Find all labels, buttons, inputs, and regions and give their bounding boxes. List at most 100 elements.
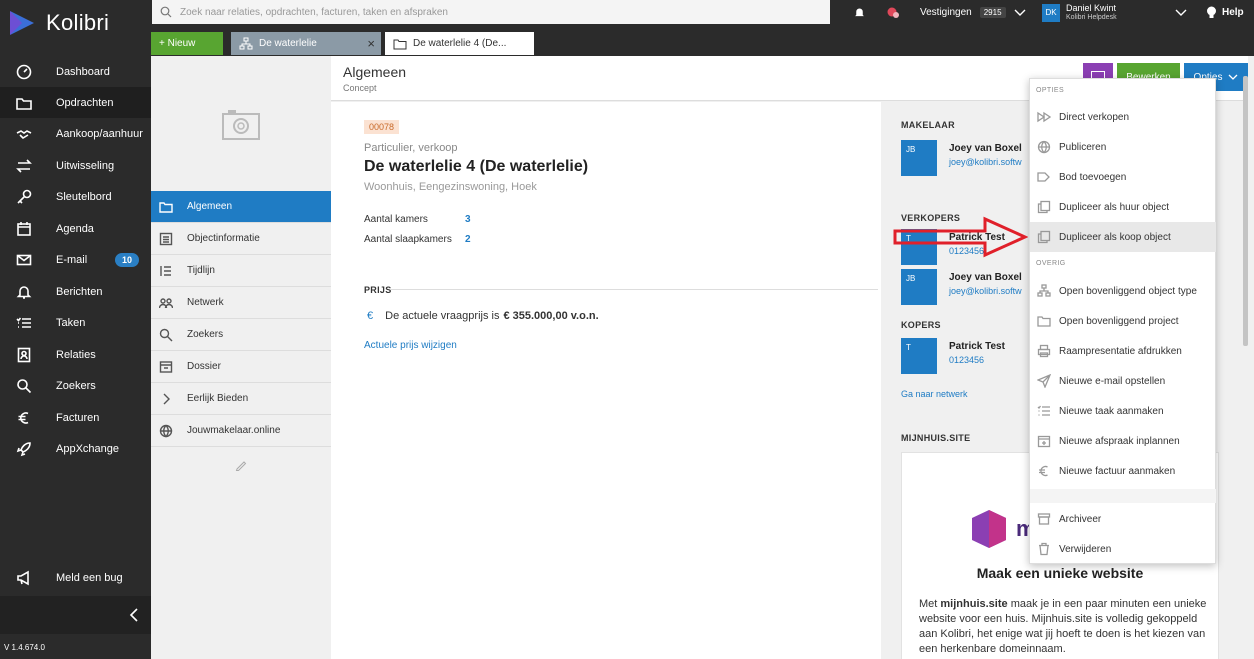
price-row: € De actuele vraagprijs is € 355.000,00 … (367, 310, 599, 322)
project-icon (239, 37, 253, 49)
object-title: De waterlelie 4 (De waterlelie) (364, 158, 589, 175)
avatar: DK (1042, 3, 1060, 22)
branch-status-icon[interactable] (886, 0, 902, 25)
tab-bar: + Nieuw De waterlelie × De waterlelie 4 … (151, 25, 1254, 56)
sidebar-item-relaties[interactable]: Relaties (0, 339, 151, 370)
menu-item-raampresentatie[interactable]: Raampresentatie afdrukken (1030, 336, 1216, 366)
sidebar-item-agenda[interactable]: Agenda (0, 213, 151, 244)
menu-item-label: Nieuwe factuur aanmaken (1059, 465, 1176, 477)
menu-item-bod-toevoegen[interactable]: Bod toevoegen (1030, 162, 1216, 192)
sidebar-item-label: Zoekers (56, 379, 96, 392)
menu-item-publiceren[interactable]: Publiceren (1030, 132, 1216, 162)
menu-item-dupliceer-huur[interactable]: Dupliceer als huur object (1030, 192, 1216, 222)
kolibri-logo-icon (10, 10, 34, 35)
vestigingen-selector[interactable]: Vestigingen 2915 (920, 0, 1026, 25)
person-name: Joey van Boxel (949, 272, 1022, 283)
tab-label: De waterlelie 4 (De... (413, 38, 507, 49)
menu-item-label: Publiceren (1059, 141, 1107, 153)
makelaar-heading: MAKELAAR (901, 120, 955, 130)
report-bug-button[interactable]: Meld een bug (0, 562, 151, 593)
sidebar-item-facturen[interactable]: Facturen (0, 402, 151, 433)
sidebar-item-label: Taken (56, 316, 86, 329)
sidebar-item-dashboard[interactable]: Dashboard (0, 56, 151, 87)
menu-item-nieuwe-factuur[interactable]: Nieuwe factuur aanmaken (1030, 456, 1216, 486)
subnav-tijdlijn[interactable]: Tijdlijn (151, 255, 331, 287)
menu-item-dupliceer-koop[interactable]: Dupliceer als koop object (1030, 222, 1216, 252)
key-icon (17, 189, 32, 204)
object-photo-placeholder[interactable] (151, 56, 331, 191)
edit-subnav-button[interactable] (151, 447, 331, 471)
person-phone[interactable]: 0123456 (949, 355, 1005, 365)
subnav-dossier[interactable]: Dossier (151, 351, 331, 383)
sidebar-item-aankoop[interactable]: Aankoop/aanhuur (0, 118, 151, 149)
send-icon (1037, 374, 1051, 388)
network-link[interactable]: Ga naar netwerk (901, 389, 968, 399)
folder-open-icon (1037, 316, 1051, 327)
sidebar-item-zoekers[interactable]: Zoekers (0, 370, 151, 401)
sidebar-item-email[interactable]: E-mail 10 (0, 244, 151, 275)
menu-item-archiveer[interactable]: Archiveer (1030, 504, 1216, 534)
koper-card[interactable]: T Patrick Test 0123456 (901, 338, 1005, 374)
menu-item-direct-verkopen[interactable]: Direct verkopen (1030, 102, 1216, 132)
new-button[interactable]: + Nieuw (151, 32, 223, 55)
subnav-netwerk[interactable]: Netwerk (151, 287, 331, 319)
folder-icon (16, 97, 32, 110)
globe-icon (159, 424, 173, 437)
subnav-jouwmakelaar[interactable]: Jouwmakelaar.online (151, 415, 331, 447)
global-search-input[interactable]: Zoek naar relaties, opdrachten, facturen… (152, 0, 830, 24)
notifications-button[interactable] (853, 0, 866, 25)
mijnhuis-heading: MIJNHUIS.SITE (901, 433, 971, 443)
tab-label: De waterlelie (259, 38, 317, 49)
camera-icon (222, 109, 260, 140)
search-icon (160, 6, 172, 18)
subnav-algemeen[interactable]: Algemeen (151, 191, 337, 223)
folder-icon (159, 201, 173, 213)
handshake-icon (16, 129, 32, 139)
close-icon[interactable]: × (367, 36, 375, 51)
menu-item-label: Archiveer (1059, 513, 1102, 525)
copy-icon (1037, 200, 1051, 214)
tab-de-waterlelie-4[interactable]: De waterlelie 4 (De... (385, 32, 534, 55)
timeline-icon (160, 265, 171, 276)
person-email[interactable]: joey@kolibri.softw (949, 286, 1022, 296)
mijnhuis-title: Maak een unieke website (976, 565, 1144, 581)
change-price-link[interactable]: Actuele prijs wijzigen (364, 340, 457, 351)
object-subnav: Algemeen Objectinformatie Tijdlijn Netwe… (151, 56, 337, 659)
makelaar-card[interactable]: JB Joey van Boxel joey@kolibri.softw (901, 140, 1022, 176)
section-heading: OPTIES (1036, 87, 1065, 94)
user-menu[interactable]: DK Daniel Kwint Kolibri Helpdesk (1042, 0, 1117, 25)
chevron-down-icon (1228, 74, 1238, 80)
menu-item-nieuwe-afspraak[interactable]: Nieuwe afspraak inplannen (1030, 426, 1216, 456)
subnav-eerlijk-bieden[interactable]: Eerlijk Bieden (151, 383, 331, 415)
sidebar-item-berichten[interactable]: Berichten (0, 276, 151, 307)
sidebar-item-taken[interactable]: Taken (0, 307, 151, 338)
collapse-sidebar-button[interactable] (0, 596, 151, 634)
scrollbar[interactable] (1243, 76, 1248, 346)
globe-icon (1037, 140, 1051, 154)
app-name: Kolibri (46, 9, 110, 35)
person-email[interactable]: joey@kolibri.softw (949, 157, 1022, 167)
sidebar-item-opdrachten[interactable]: Opdrachten (0, 87, 151, 118)
sidebar-item-appxchange[interactable]: AppXchange (0, 433, 151, 464)
menu-item-nieuwe-taak[interactable]: Nieuwe taak aanmaken (1030, 396, 1216, 426)
archive-icon (159, 360, 173, 373)
menu-item-nieuwe-email[interactable]: Nieuwe e-mail opstellen (1030, 366, 1216, 396)
user-menu-toggle[interactable] (1175, 0, 1187, 25)
price-prefix: De actuele vraagprijs is (385, 310, 500, 322)
menu-item-open-project[interactable]: Open bovenliggend project (1030, 306, 1216, 336)
calendar-plus-icon (1037, 435, 1051, 448)
sidebar-item-uitwisseling[interactable]: Uitwisseling (0, 150, 151, 181)
avatar: JB (901, 140, 937, 176)
sidebar-item-sleutelbord[interactable]: Sleutelbord (0, 181, 151, 212)
subnav-zoekers[interactable]: Zoekers (151, 319, 331, 351)
menu-item-open-object-type[interactable]: Open bovenliggend object type (1030, 276, 1216, 306)
object-content: 00078 Particulier, verkoop De waterlelie… (331, 102, 881, 659)
menu-item-verwijderen[interactable]: Verwijderen (1030, 534, 1216, 564)
app-logo[interactable]: Kolibri (0, 0, 151, 45)
tab-de-waterlelie[interactable]: De waterlelie × (231, 32, 381, 55)
verkoper-card[interactable]: JB Joey van Boxel joey@kolibri.softw (901, 269, 1022, 305)
mijnhuis-text-part: Met (919, 598, 941, 610)
help-label: Help (1222, 7, 1244, 18)
help-button[interactable]: Help (1206, 0, 1244, 25)
subnav-objectinformatie[interactable]: Objectinformatie (151, 223, 331, 255)
